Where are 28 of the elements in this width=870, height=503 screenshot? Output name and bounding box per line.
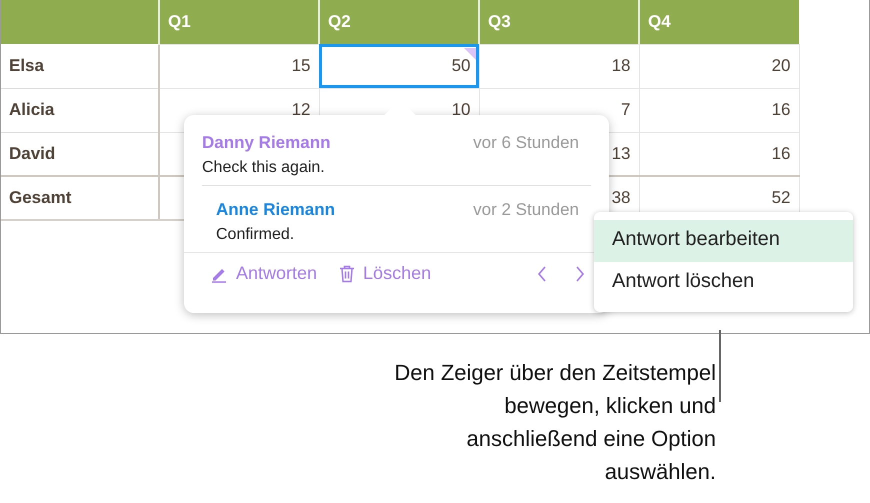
reply-button[interactable]: Antworten — [210, 263, 318, 284]
caption-text: Den Zeiger über den Zeitstempel bewegen, klicken und anschließend eine Option auswählen. — [393, 359, 716, 486]
table-cell: 18 — [479, 44, 639, 88]
column-header: Q2 — [319, 0, 479, 44]
table-cell: 16 — [639, 88, 799, 132]
leader-line — [719, 330, 721, 402]
author-name: Danny Riemann — [202, 133, 330, 153]
row-header: David — [1, 132, 159, 176]
table-cell: 15 — [159, 44, 319, 88]
row-header: Gesamt — [1, 176, 159, 220]
column-header: Q3 — [479, 0, 639, 44]
chevron-right-icon — [575, 266, 585, 282]
next-button[interactable] — [575, 266, 585, 282]
comment-text: Check this again. — [202, 159, 326, 177]
table-cell: 20 — [639, 44, 799, 88]
table-cell: 50 — [319, 44, 479, 88]
chevron-left-icon — [537, 266, 547, 282]
author-name: Anne Riemann — [216, 200, 336, 220]
column-header: Q1 — [159, 0, 319, 44]
column-header: Q4 — [639, 0, 799, 44]
row-header: Alicia — [1, 88, 159, 132]
delete-button[interactable]: Löschen — [339, 263, 432, 284]
menu-item[interactable]: Antwort bearbeiten — [594, 220, 853, 262]
trash-icon — [339, 264, 356, 282]
row-header: Elsa — [1, 44, 159, 88]
previous-button[interactable] — [537, 266, 547, 282]
comment-text: Confirmed. — [216, 226, 296, 244]
menu-item[interactable]: Antwort löschen — [594, 262, 853, 304]
